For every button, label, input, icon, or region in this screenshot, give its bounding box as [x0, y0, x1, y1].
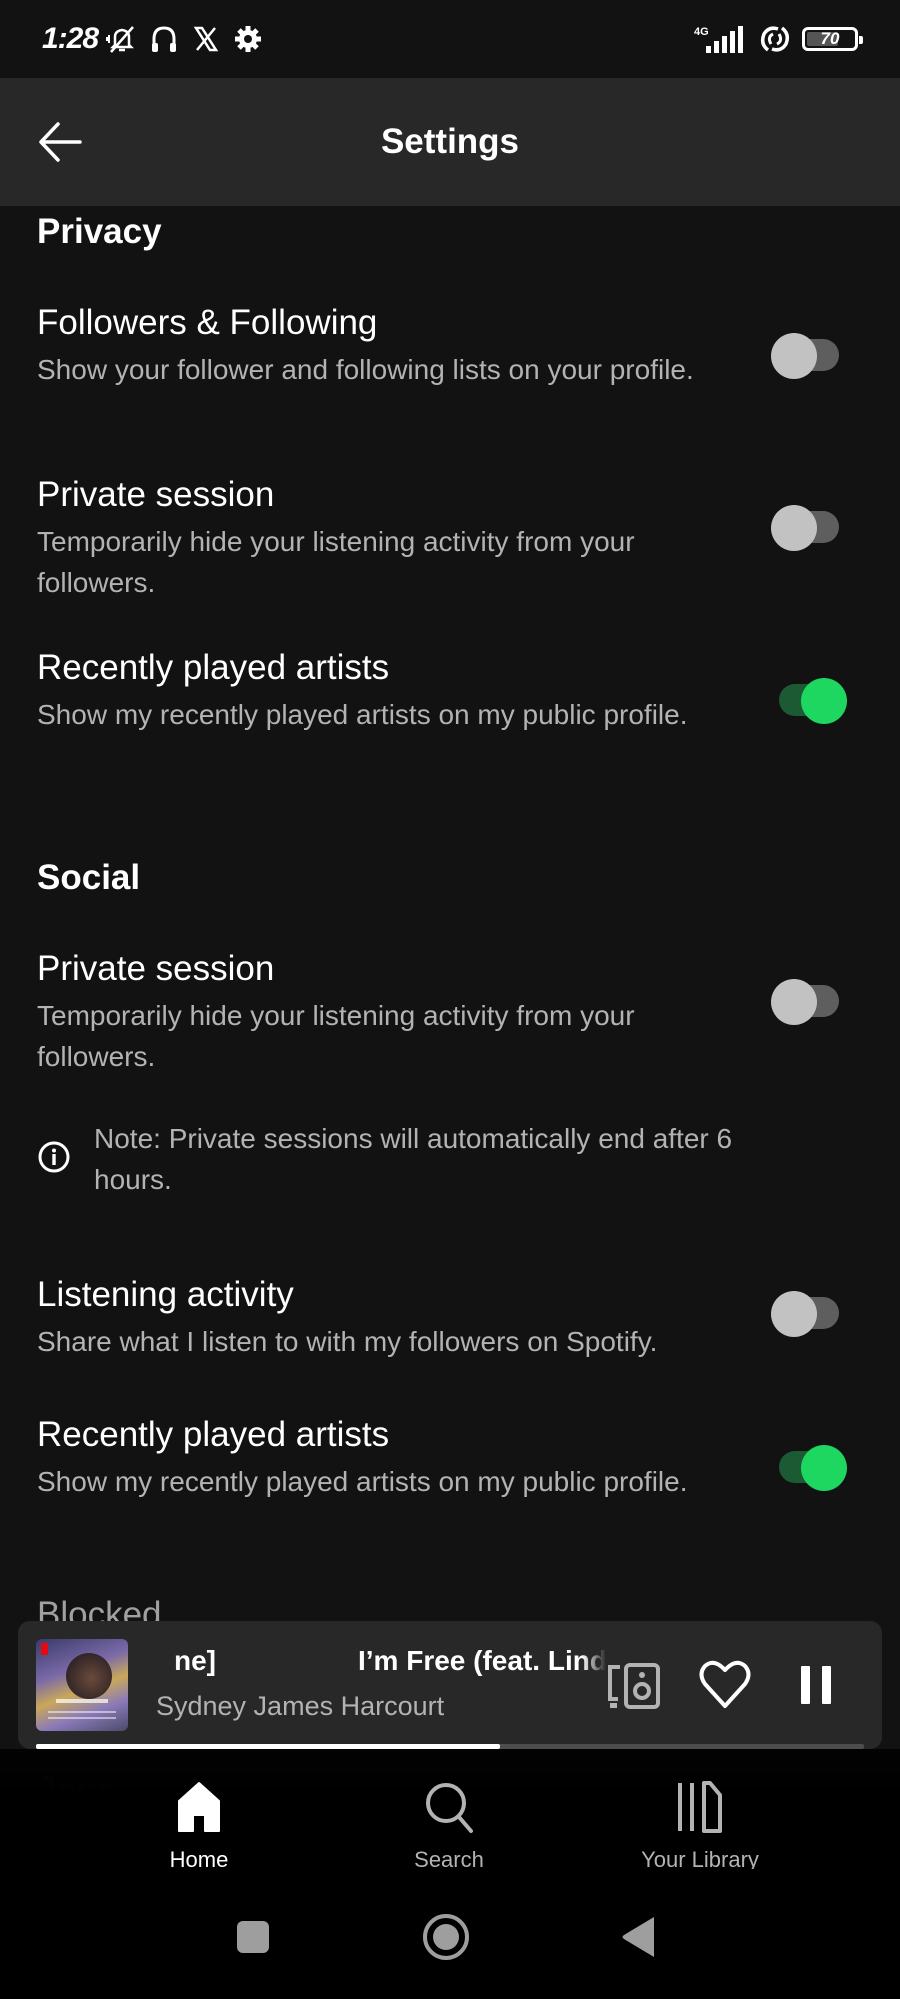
- connect-device-button[interactable]: [602, 1653, 666, 1717]
- toggle-listening-activity[interactable]: [771, 1291, 847, 1337]
- track-title-prev-fragment: ne]: [174, 1645, 216, 1676]
- battery-icon: 70: [802, 27, 863, 51]
- toggle-followers-following[interactable]: [771, 333, 847, 379]
- network-type: 4G: [694, 26, 709, 38]
- album-art-text-line: [48, 1717, 116, 1719]
- pause-icon: [801, 1666, 831, 1704]
- setting-description: Show my recently played artists on my pu…: [37, 1466, 688, 1497]
- arrow-left-icon: [39, 122, 82, 162]
- recents-square-icon: [237, 1921, 269, 1953]
- setting-row-listening-activity: Listening activity Share what I listen t…: [37, 1273, 867, 1362]
- setting-description: Share what I listen to with my followers…: [37, 1326, 658, 1357]
- setting-title: Recently played artists: [37, 1415, 390, 1454]
- back-button[interactable]: [34, 116, 86, 168]
- library-icon: [678, 1781, 722, 1833]
- setting-description: Temporarily hide your listening activity…: [37, 526, 635, 598]
- toggle-recently-played-artists[interactable]: [771, 678, 847, 724]
- settings-list[interactable]: Privacy Followers & Following Show your …: [0, 206, 900, 1636]
- recents-button[interactable]: [225, 1909, 281, 1965]
- toggle-private-session[interactable]: [771, 505, 847, 551]
- section-title-privacy: Privacy: [37, 212, 162, 251]
- bottom-navigation: Home Search Your Library: [0, 1749, 900, 1872]
- heart-icon: [699, 1660, 751, 1708]
- note-text: Note: Private sessions will automaticall…: [94, 1123, 733, 1195]
- back-system-button[interactable]: [612, 1909, 668, 1965]
- x-app-icon: [193, 26, 219, 52]
- setting-row-social-private-session: Private session Temporarily hide your li…: [37, 947, 867, 1077]
- setting-row-followers-following: Followers & Following Show your follower…: [37, 301, 867, 390]
- app-bar: Settings: [0, 78, 900, 206]
- setting-title: Listening activity: [37, 1275, 294, 1314]
- home-system-button[interactable]: [418, 1909, 474, 1965]
- setting-description: Show my recently played artists on my pu…: [37, 699, 688, 730]
- toggle-social-private-session[interactable]: [771, 979, 847, 1025]
- home-icon: [178, 1782, 220, 1832]
- like-button[interactable]: [693, 1653, 757, 1717]
- setting-description: Temporarily hide your listening activity…: [37, 1000, 635, 1072]
- mini-player[interactable]: ne] I’m Free (feat. Lindsey Stirling) Sy…: [18, 1621, 882, 1749]
- battery-percent: 70: [820, 29, 840, 48]
- toggle-thumb: [801, 1445, 847, 1491]
- nav-item-library[interactable]: Your Library: [600, 1779, 800, 1873]
- setting-description: Show your follower and following lists o…: [37, 354, 694, 385]
- setting-row-recently-played-artists: Recently played artists Show my recently…: [37, 646, 867, 735]
- status-time: 1:28: [42, 22, 99, 55]
- back-triangle-icon: [622, 1917, 654, 1957]
- gear-icon: [235, 26, 262, 52]
- netflix-logo-icon: [41, 1643, 48, 1655]
- setting-title: Followers & Following: [37, 303, 378, 342]
- track-artist: Sydney James Harcourt: [156, 1691, 445, 1721]
- toggle-thumb: [771, 333, 817, 379]
- status-bar: 1:28 4G 70: [0, 0, 900, 78]
- toggle-thumb: [771, 1291, 817, 1337]
- setting-row-social-recently-played-artists: Recently played artists Show my recently…: [37, 1413, 867, 1502]
- toggle-thumb: [771, 505, 817, 551]
- album-art: [36, 1639, 128, 1731]
- nav-item-search[interactable]: Search: [349, 1779, 549, 1873]
- info-icon: [38, 1141, 70, 1173]
- devices-icon: [608, 1663, 660, 1709]
- setting-title: Private session: [37, 949, 275, 988]
- track-title-marquee: ne] I’m Free (feat. Lindsey Stirling): [156, 1645, 606, 1685]
- signal-icon: 4G: [694, 26, 743, 53]
- system-navigation-bar: [0, 1869, 900, 1999]
- section-title-social: Social: [37, 858, 141, 897]
- album-art-title-line: [56, 1699, 108, 1703]
- toggle-social-recently-played-artists[interactable]: [771, 1445, 847, 1491]
- hotspot-icon: [760, 26, 790, 52]
- vibrate-off-icon: [106, 26, 135, 53]
- search-icon: [426, 1783, 473, 1833]
- track-title: I’m Free (feat. Lindsey Stirling): [358, 1645, 606, 1676]
- setting-title: Recently played artists: [37, 648, 390, 687]
- album-art-text-line: [48, 1711, 116, 1713]
- setting-row-private-session: Private session Temporarily hide your li…: [37, 473, 867, 603]
- headphones-icon: [152, 26, 177, 52]
- pause-button[interactable]: [784, 1653, 848, 1717]
- private-session-note: Note: Private sessions will automaticall…: [37, 1118, 867, 1200]
- home-circle-icon: [423, 1914, 469, 1960]
- nav-item-home[interactable]: Home: [99, 1779, 299, 1873]
- page-title: Settings: [380, 122, 520, 161]
- album-art-figure: [66, 1653, 112, 1699]
- toggle-thumb: [801, 678, 847, 724]
- setting-title: Private session: [37, 475, 275, 514]
- toggle-thumb: [771, 979, 817, 1025]
